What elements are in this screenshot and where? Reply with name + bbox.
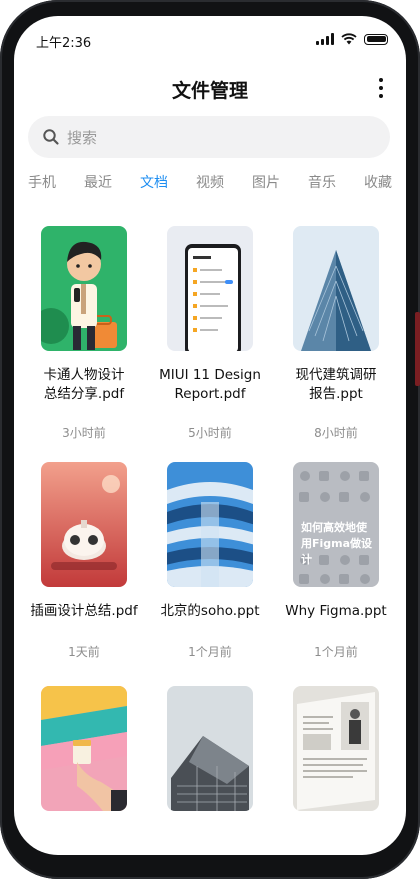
file-thumbnail [293,686,379,811]
file-time: 1个月前 [188,645,232,659]
file-thumbnail [41,462,127,587]
file-grid: 卡通人物设计 总结分享.pdf 3小时前 MIUI 11 Design Repo… [14,16,406,855]
file-name: Why Figma.ppt [285,603,387,619]
side-button [415,312,420,386]
file-name: 卡通人物设计 总结分享.pdf [43,367,125,402]
file-thumbnail [167,462,253,587]
file-name: MIUI 11 Design Report.pdf [159,367,261,402]
file-name: 插画设计总结.pdf [30,603,138,619]
file-thumbnail [167,686,253,811]
file-thumbnail [41,226,127,351]
file-name: 北京的soho.ppt [160,603,260,619]
file-time: 8小时前 [314,426,358,440]
file-time: 5小时前 [188,426,232,440]
file-time: 3小时前 [62,426,106,440]
file-thumbnail [293,226,379,351]
file-time: 1天前 [68,645,100,659]
file-thumbnail [167,226,253,351]
phone-frame: 上午2:36 文件管理 搜索 手机 最近 文档 视频 图片 音乐 收藏 卡通人物… [0,0,420,879]
file-time: 1个月前 [314,645,358,659]
file-thumbnail [41,686,127,811]
thumbnail-caption: 如何高效地使用Figma做设计 [301,521,373,566]
screen: 上午2:36 文件管理 搜索 手机 最近 文档 视频 图片 音乐 收藏 卡通人物… [14,16,406,855]
file-thumbnail: 如何高效地使用Figma做设计 [293,462,379,587]
file-name: 现代建筑调研 报告.ppt [295,367,377,402]
